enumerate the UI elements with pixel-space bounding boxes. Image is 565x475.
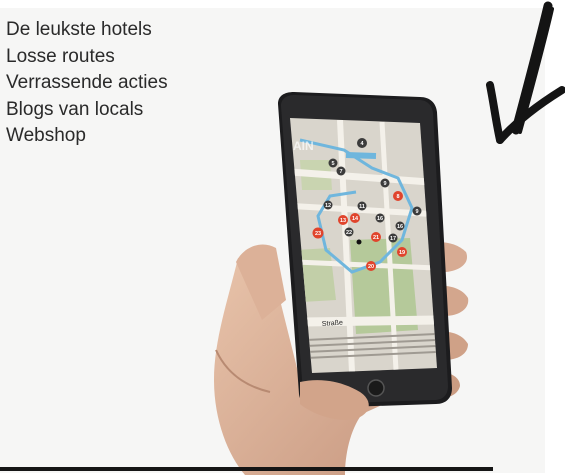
map-marker[interactable]: 16: [395, 221, 405, 231]
map-top-label: AIN: [293, 139, 314, 153]
svg-text:8: 8: [396, 194, 399, 200]
map-marker[interactable]: 9: [380, 178, 390, 188]
svg-text:20: 20: [368, 264, 374, 270]
map-street-label: Straße: [322, 320, 344, 328]
map-marker[interactable]: 14: [350, 213, 360, 223]
svg-text:12: 12: [325, 203, 331, 209]
svg-text:11: 11: [359, 204, 365, 210]
svg-text:16: 16: [397, 224, 403, 230]
svg-text:22: 22: [346, 230, 352, 236]
map-marker[interactable]: 22: [344, 227, 354, 237]
svg-text:9: 9: [383, 181, 386, 187]
map-marker[interactable]: 16: [375, 213, 385, 223]
location-dot-icon: [356, 239, 362, 245]
svg-text:23: 23: [315, 231, 321, 237]
svg-text:17: 17: [390, 236, 396, 242]
map-screen: AIN Straße 4 5 7 9 8 9 12 11 13 14 16 16…: [290, 118, 437, 373]
map-marker[interactable]: 8: [393, 191, 403, 201]
home-button[interactable]: [367, 379, 385, 397]
svg-text:19: 19: [399, 250, 405, 256]
map-marker[interactable]: 23: [312, 227, 324, 239]
svg-text:5: 5: [331, 161, 334, 167]
map-marker[interactable]: 7: [336, 166, 346, 176]
map-marker[interactable]: 12: [323, 200, 333, 210]
map-marker[interactable]: 17: [388, 233, 398, 243]
svg-text:9: 9: [415, 209, 418, 215]
map-marker[interactable]: 21: [371, 232, 381, 242]
svg-text:7: 7: [339, 169, 342, 175]
map-marker[interactable]: 5: [328, 158, 338, 168]
map-marker[interactable]: 19: [397, 247, 407, 257]
svg-text:14: 14: [352, 216, 359, 222]
map-marker[interactable]: 9: [412, 206, 422, 216]
svg-text:21: 21: [373, 235, 379, 241]
phone-illustration: AIN Straße 4 5 7 9 8 9 12 11 13 14 16 16…: [214, 92, 469, 475]
svg-text:16: 16: [377, 216, 383, 222]
map-marker[interactable]: 11: [357, 201, 367, 211]
map-marker[interactable]: 13: [338, 215, 348, 225]
bottom-rule: [0, 467, 493, 471]
stage: De leukste hotels Losse routes Verrassen…: [0, 0, 565, 475]
map-marker[interactable]: 20: [366, 261, 376, 271]
map-marker[interactable]: 4: [357, 138, 367, 148]
svg-text:13: 13: [340, 218, 346, 224]
